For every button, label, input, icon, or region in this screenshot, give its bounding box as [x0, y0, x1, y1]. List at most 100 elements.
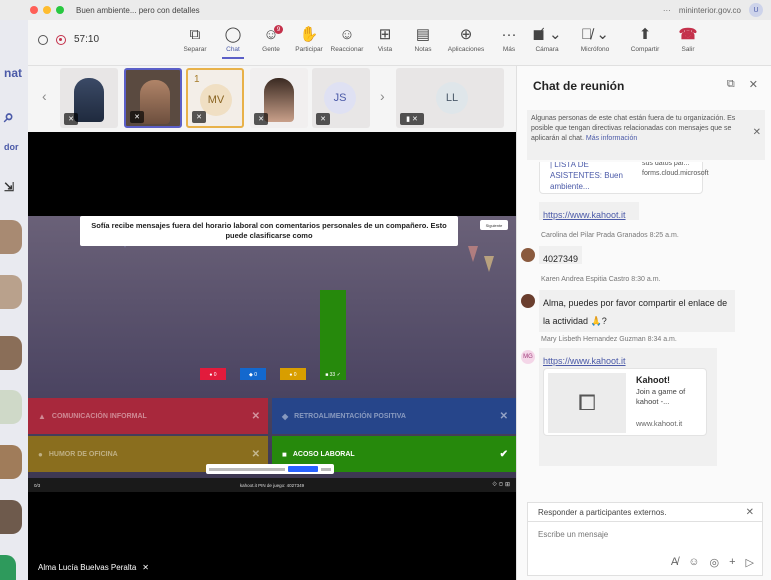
close-icon[interactable]: ✕ [753, 128, 761, 138]
participant-video [74, 78, 104, 122]
result-bar: ◆ 0 [240, 368, 266, 380]
notes-icon: ▤ [415, 26, 431, 43]
people-count-badge: 9 [274, 25, 283, 34]
share-button[interactable]: ⬆ Compartir [619, 26, 671, 53]
more-info-link[interactable]: Más información [586, 135, 637, 142]
presenter-name: Alma Lucía Buelvas Peralta [38, 563, 137, 572]
participant-video [264, 78, 294, 122]
message-composer: A̸ ☺ ◎ + ▷ [527, 522, 763, 576]
chevron-left-icon[interactable]: ‹ [42, 88, 47, 104]
kahoot-footer: 0/3 kahoot.it PIN de juego: 4027349 ⟐ ⊙ … [28, 478, 516, 492]
camera-button[interactable]: ◼̸ ⌄ Cámara [523, 26, 571, 53]
emoji-icon[interactable]: ☺ [688, 556, 699, 569]
reply-external-banner: Responder a participantes externos. ✕ [527, 502, 763, 522]
meeting-toolbar: 57:10 ⧉ Separar ◯ Chat ☺ 9 Gente ✋ Participar… [28, 20, 771, 66]
chat-button[interactable]: ◯ Chat [214, 26, 252, 59]
mic-off-icon: ✕ [316, 113, 330, 125]
apps-icon: ⊕ [459, 26, 473, 43]
shared-form-card[interactable]: | LISTA DE ASISTENTES: Buen ambiente... … [539, 162, 709, 194]
participant-tile[interactable]: 1 MV ✕ [186, 68, 244, 128]
answer-option-1[interactable]: ▲ COMUNICACIÓN INFORMAL ✕ [28, 398, 268, 434]
link-preview-card[interactable]: ⧠ Kahoot! Join a game of kahoot -... www… [543, 368, 707, 436]
background-thumbnail [0, 500, 22, 534]
kahoot-link[interactable]: https://www.kahoot.it [543, 210, 626, 220]
game-pin: kahoot.it PIN de juego: 4027349 [239, 482, 305, 488]
chevron-right-icon[interactable]: › [380, 88, 385, 104]
mic-off-icon: ✕ [130, 111, 144, 123]
people-button[interactable]: ☺ 9 Gente [252, 25, 290, 53]
answer-option-2[interactable]: ◆ RETROALIMENTACIÓN POSITIVA ✕ [272, 398, 516, 434]
minimize-window-button[interactable] [43, 6, 51, 14]
background-app-edge: nat ⌕ dor ⇲ [0, 20, 28, 580]
preview-desc: Join a game of kahoot -... [636, 387, 686, 406]
mic-off-icon: ✕ [192, 111, 206, 123]
message-time: 8:25 a.m. [649, 232, 679, 239]
format-icon[interactable]: A̸ [671, 556, 678, 569]
kahoot-slide: Sofía recibe mensajes fuera del horario … [28, 216, 516, 492]
participant-tile[interactable]: ✕ [250, 68, 308, 128]
meeting-chat-panel: Chat de reunión ⧉ ✕ Algunas personas de … [516, 66, 771, 580]
background-thumbnail [0, 445, 22, 479]
avatar[interactable] [521, 248, 535, 262]
leave-button[interactable]: ☎ Salir [671, 26, 705, 53]
message-author: Carolina del Pilar Prada Granados [541, 232, 648, 239]
add-icon[interactable]: + [729, 556, 735, 569]
separate-button[interactable]: ⧉ Separar [176, 26, 214, 53]
raised-hand-count: 1 [194, 74, 200, 85]
background-thumbnail [0, 275, 22, 309]
result-bar: ■ 33 ✓ [320, 290, 346, 380]
message-bubble: https://www.kahoot.it [539, 202, 639, 220]
mic-button[interactable]: 🎙̸ ⌄ Micrófono [571, 26, 619, 53]
share-icon: ⬆ [638, 26, 652, 43]
meeting-timer: 57:10 [74, 34, 100, 45]
participant-strip: ‹ ✕ ✕ 1 MV ✕ ✕ JS ✕ › LL ▮ ✕ [28, 66, 516, 132]
react-icon: ☺ [339, 26, 355, 43]
raise-hand-button[interactable]: ✋ Participar [290, 26, 328, 53]
maximize-window-button[interactable] [56, 6, 64, 14]
participant-avatar: JS [324, 82, 356, 114]
next-button[interactable]: Siguiente [480, 220, 508, 230]
mic-off-icon: ✕ [64, 113, 78, 125]
react-button[interactable]: ☺ Reaccionar [328, 26, 366, 53]
raise-hand-icon: ✋ [299, 26, 319, 43]
participant-tile[interactable]: ✕ [60, 68, 118, 128]
send-icon[interactable]: ▷ [746, 556, 754, 569]
more-icon: ··· [501, 26, 517, 43]
window-title-bar: Buen ambiente... pero con detalles ··· m… [0, 0, 771, 20]
message-bubble: Alma, puedes por favor compartir el enla… [539, 290, 735, 332]
mic-off-icon: ✕ [254, 113, 268, 125]
background-thumbnail [0, 220, 22, 254]
close-window-button[interactable] [30, 6, 38, 14]
avatar[interactable] [521, 294, 535, 308]
browser-notification [206, 464, 334, 474]
square-icon: ■ [282, 449, 287, 459]
apps-button[interactable]: ⊕ Aplicaciones [442, 26, 490, 53]
diamond-icon: ◆ [282, 411, 289, 421]
user-avatar[interactable]: U [749, 3, 763, 17]
result-bar: ● 0 [280, 368, 306, 380]
message-input[interactable] [538, 530, 738, 539]
view-button[interactable]: ⊞ Vista [366, 26, 404, 53]
avatar[interactable]: MG [521, 350, 535, 364]
sticker-icon[interactable]: ◎ [709, 556, 719, 569]
chat-title: Chat de reunión [533, 79, 625, 93]
participant-tile[interactable]: JS ✕ [312, 68, 370, 128]
pop-out-icon[interactable]: ⧉ [727, 78, 735, 91]
participant-tile-active[interactable]: ✕ [124, 68, 182, 128]
close-icon[interactable]: ✕ [746, 507, 754, 518]
message-time: 8:30 a.m. [631, 276, 661, 283]
notification-action-button[interactable] [288, 466, 318, 472]
participant-tile[interactable]: LL ▮ ✕ [396, 68, 504, 128]
shared-screen-stage: Sofía recibe mensajes fuera del horario … [28, 132, 516, 580]
footer-controls[interactable]: ⟐ ⊙ ⊞ [492, 481, 510, 489]
more-dots-icon[interactable]: ··· [663, 6, 671, 15]
notes-button[interactable]: ▤ Notas [404, 26, 442, 53]
mic-off-icon: ▮ ✕ [400, 113, 424, 125]
org-domain: mininterior.gov.co [678, 5, 741, 15]
kahoot-link[interactable]: https://www.kahoot.it [543, 356, 626, 366]
close-icon[interactable]: ✕ [749, 78, 758, 91]
mic-off-icon: ✕ [142, 563, 149, 572]
form-card-desc: sus datos par... forms.cloud.microsoft [642, 162, 709, 177]
message-bubble: 4027349 [539, 246, 583, 264]
quiz-question: Sofía recibe mensajes fuera del horario … [80, 216, 458, 246]
